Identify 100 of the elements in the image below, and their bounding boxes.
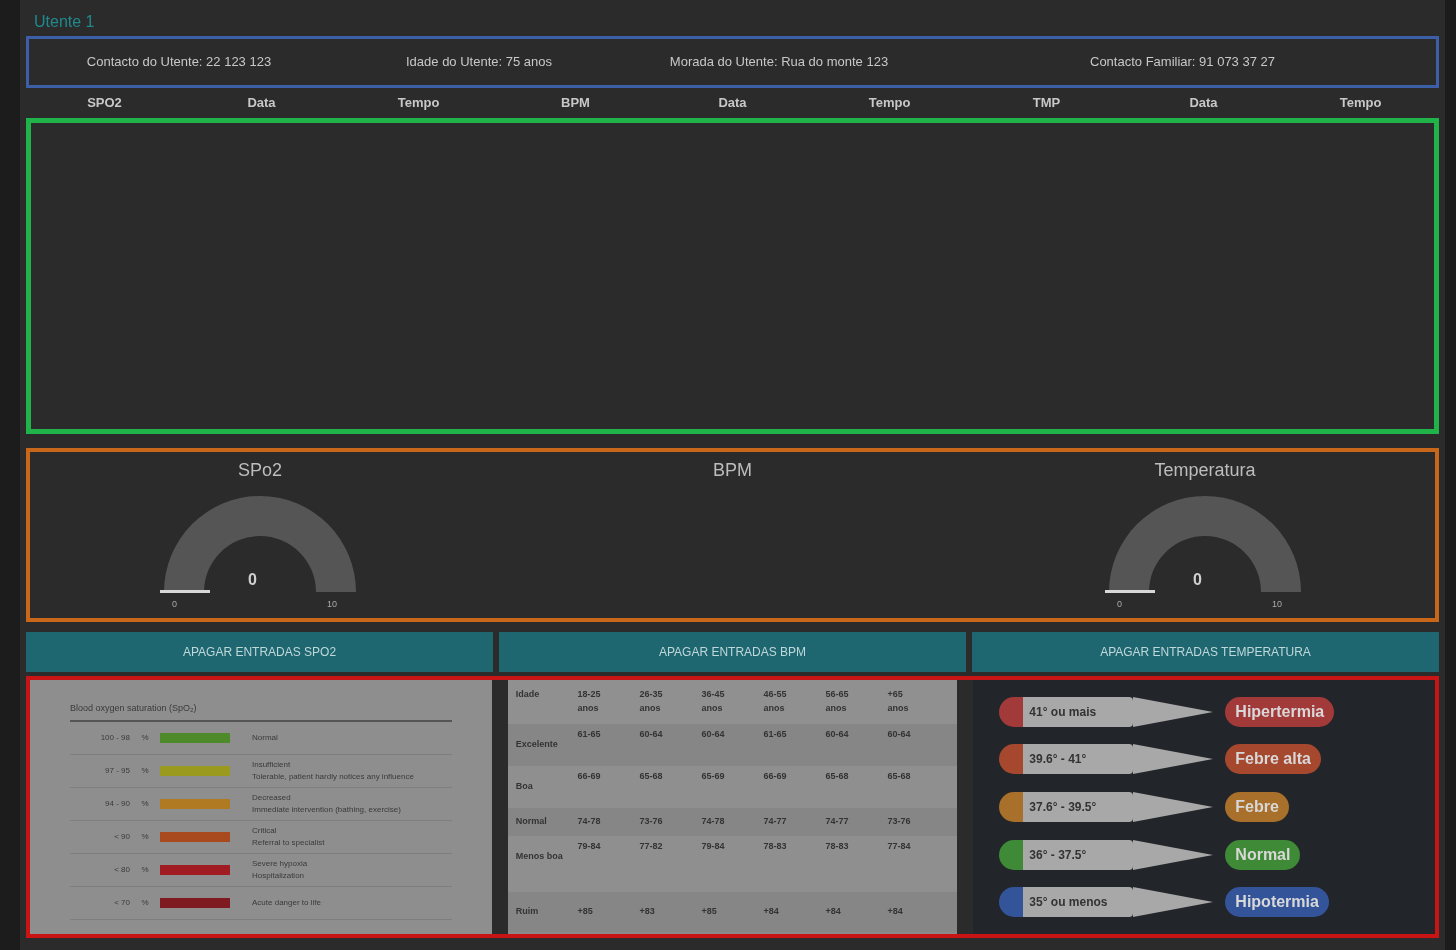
table-cell-text: 61-65: [577, 728, 602, 741]
gauge-max: 10: [327, 598, 337, 611]
table-cell-text: 74-78: [701, 815, 726, 829]
unit-text: %: [140, 764, 150, 777]
unit-text: %: [140, 896, 150, 909]
table-cell-text: 77-84: [887, 840, 912, 853]
level-label: Decreased: [252, 791, 292, 804]
table-cell-text: 66-69: [577, 770, 602, 783]
patient-info-text: Idade do Utente: 75 anos: [406, 53, 552, 72]
table-cell-text: 74-77: [825, 815, 850, 829]
column-header: TMP: [1032, 94, 1061, 113]
gauge-min: 0: [1117, 598, 1122, 611]
table-cell-text: 60-64: [887, 728, 912, 741]
table-cell-text: +85: [577, 905, 594, 919]
level-label: Insufficient: [252, 758, 292, 771]
level-note: Immediate intervention (bathing, exercise): [252, 803, 401, 816]
temperature-range: 39.6° - 41°: [1029, 751, 1087, 769]
table-cell-text: +84: [887, 905, 904, 919]
table-cell-text: 78-83: [763, 840, 788, 853]
table-cell-text: 60-64: [825, 728, 850, 741]
table-cell-text: 65-68: [887, 770, 912, 783]
table-header-cell-text: Idade: [515, 688, 541, 701]
table-header-cell-text: 46-55 anos: [763, 688, 788, 715]
unit-text: %: [140, 731, 150, 744]
table-cell-text: Boa: [515, 780, 533, 793]
range-text: < 90: [113, 830, 130, 843]
table-cell-text: Excelente: [515, 738, 558, 751]
table-cell-text: 61-65: [763, 728, 788, 741]
level-note: Referral to specialist: [252, 836, 325, 849]
patient-info-text: Morada do Utente: Rua do monte 123: [669, 53, 889, 72]
range-text: 100 - 98: [99, 731, 130, 744]
gauge-max: 10: [1272, 598, 1282, 611]
table-cell-text: 79-84: [577, 840, 602, 853]
column-header: Data: [247, 94, 276, 113]
patient-info-text: Contacto Familiar: 91 073 37 27: [1090, 53, 1275, 72]
temperature-status-badge: Febre: [1225, 792, 1289, 822]
table-cell: Ruim: [515, 905, 539, 919]
temperature-range: 37.6° - 39.5°: [1029, 799, 1097, 816]
column-header: Tempo: [868, 94, 911, 113]
range-text: < 70: [113, 896, 130, 909]
table-cell-text: 77-82: [639, 840, 664, 853]
range-text: 97 - 95: [104, 764, 130, 777]
column-header: BPM: [561, 94, 590, 113]
column-header: Tempo: [397, 94, 440, 113]
table-header-cell-text: 26-35 anos: [639, 688, 664, 715]
level-label: Severe hypoxia: [252, 857, 308, 870]
table-cell-text: 65-68: [639, 770, 664, 783]
table-cell-text: 66-69: [763, 770, 788, 783]
gauge-min: 0: [172, 598, 177, 611]
temperature-status-badge: Hipotermia: [1225, 887, 1329, 918]
table-cell-text: +83: [639, 905, 656, 919]
temperature-status-badge: Normal: [1225, 839, 1301, 870]
table-cell-text: 74-78: [577, 815, 602, 829]
range-text: < 80: [113, 863, 130, 876]
level-note: Hospitalization: [252, 869, 306, 882]
temperature-status-badge: Febre alta: [1225, 744, 1321, 775]
table-cell-text: 60-64: [639, 728, 664, 741]
table-cell-text: 78-83: [825, 840, 850, 853]
gauge-needle: [160, 590, 210, 593]
table-cell-text: 74-77: [763, 815, 788, 829]
gauge-title: SPo2: [237, 459, 282, 482]
unit-text: %: [140, 863, 150, 876]
column-header: Data: [718, 94, 747, 113]
table-cell-text: 65-69: [701, 770, 726, 783]
table-header-cell-text: 56-65 anos: [825, 688, 850, 715]
level-label: Acute danger to life: [252, 896, 321, 909]
page-title: Utente 1: [33, 12, 96, 32]
delete-entries-button[interactable]: APAGAR ENTRADAS BPM: [499, 632, 966, 672]
table-cell-text: 60-64: [701, 728, 726, 741]
level-label: Critical: [252, 824, 278, 837]
gauge-title: Temperatura: [1154, 459, 1256, 482]
column-header: SPO2: [87, 94, 122, 113]
table-header-cell-text: +65 anos: [887, 688, 910, 715]
temperature-status-badge: Hipertermia: [1225, 696, 1335, 727]
table-cell-text: 73-76: [887, 815, 912, 829]
table-cell: Normal: [515, 815, 547, 829]
table-cell-text: +85: [701, 905, 718, 919]
temperature-range: 41° ou mais: [1029, 703, 1097, 721]
temperature-range: 35° ou menos: [1029, 894, 1108, 912]
table-header-cell-text: 36-45 anos: [701, 688, 726, 715]
chart-title: Blood oxygen saturation (SpO₂): [70, 702, 452, 722]
table-header-cell-text: 18-25 anos: [577, 688, 602, 715]
level-label: Normal: [252, 731, 278, 744]
table-cell-text: +84: [825, 905, 842, 919]
delete-entries-button[interactable]: APAGAR ENTRADAS SPO2: [26, 632, 493, 672]
level-note: Tolerable, patient hardly notices any influence: [252, 770, 414, 783]
unit-text: %: [140, 797, 150, 810]
table-cell-text: Menos boa: [515, 850, 563, 863]
table-cell-text: 79-84: [701, 840, 726, 853]
range-text: 94 - 90: [104, 797, 130, 810]
gauge-value: 0: [248, 570, 257, 590]
table-cell-text: 65-68: [825, 770, 850, 783]
delete-entries-button[interactable]: APAGAR ENTRADAS TEMPERATURA: [972, 632, 1439, 672]
table-cell-text: 73-76: [639, 815, 664, 829]
gauge-needle: [1105, 590, 1155, 593]
column-header: Data: [1189, 94, 1218, 113]
unit-text: %: [140, 830, 150, 843]
gauge-title: BPM: [713, 459, 752, 482]
table-cell-text: +84: [763, 905, 780, 919]
column-header: Tempo: [1339, 94, 1382, 113]
